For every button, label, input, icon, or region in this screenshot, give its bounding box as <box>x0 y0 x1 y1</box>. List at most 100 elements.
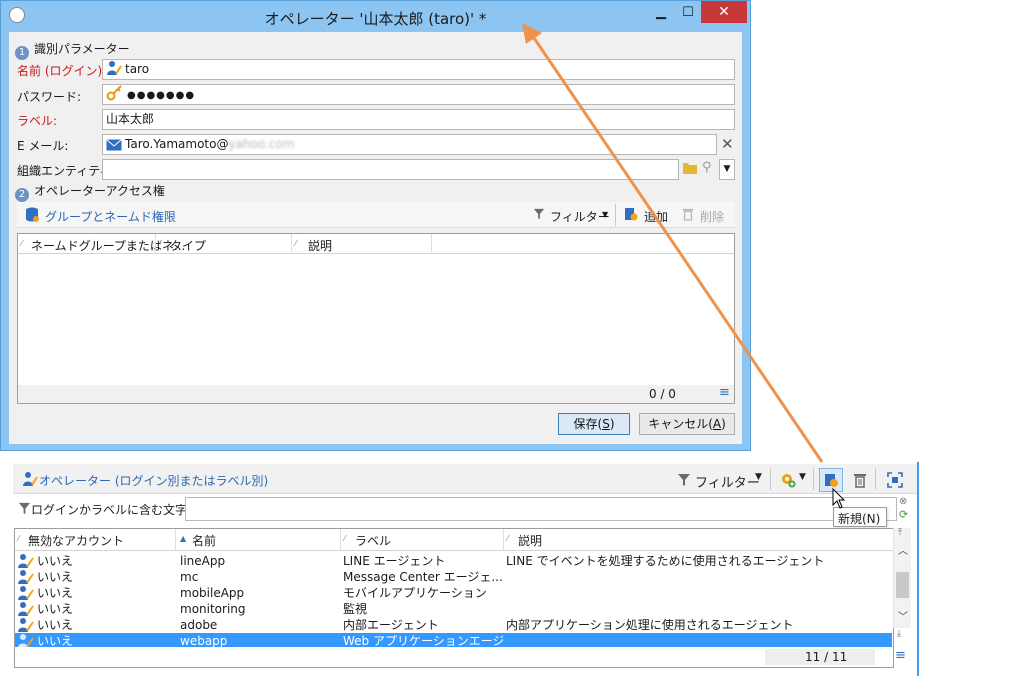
name-label: 名前 (ログイン): <box>17 64 107 78</box>
sort-indicator-icon: ⁄ <box>18 534 20 543</box>
search-input[interactable] <box>185 497 897 521</box>
filter-dropdown-arrow-icon[interactable]: ▼ <box>602 210 608 219</box>
column-header-description[interactable]: 説明 <box>308 237 332 254</box>
section-number-badge: 2 <box>15 188 29 202</box>
table-row[interactable]: いいえ monitoring 監視 <box>15 601 893 617</box>
operator-dialog: オペレーター '山本太郎 (taro)' * ▁ ☐ ✕ 1 識別パラメーター 名… <box>0 0 751 451</box>
minimize-button[interactable]: ▁ <box>647 1 675 23</box>
operator-grid-status: 11 / 11 ≡ <box>15 647 906 667</box>
sort-indicator-icon: ⁄ <box>21 239 23 248</box>
fit-screen-icon[interactable] <box>886 471 904 489</box>
column-divider <box>340 529 341 551</box>
scroll-down-icon[interactable]: ﹀ <box>898 608 908 623</box>
key-icon <box>106 85 124 104</box>
operator-list-toolbar: オペレーター (ログイン別またはラベル別) フィルター ▼ ▼ <box>13 464 917 494</box>
table-row[interactable]: いいえ mc Message Center エージェ... <box>15 569 893 585</box>
org-dropdown-button[interactable]: ▼ <box>719 159 735 180</box>
column-header-description[interactable]: 説明 <box>518 532 542 549</box>
sort-indicator-icon: ⁄ <box>344 534 346 543</box>
filter-icon[interactable] <box>675 471 693 489</box>
operator-grid-header: ⁄ 無効なアカウント ▲ 名前 ⁄ ラベル ⁄ 説明 <box>15 529 893 551</box>
org-entity-input[interactable] <box>102 159 679 180</box>
email-input[interactable]: Taro.Yamamoto@yahoo.com <box>102 134 717 155</box>
cell-name: lineApp <box>180 554 226 568</box>
cell-disabled: いいえ <box>37 618 74 632</box>
label-label: ラベル: <box>17 114 58 128</box>
list-options-icon[interactable]: ≡ <box>895 648 906 663</box>
scroll-thumb[interactable] <box>896 572 909 598</box>
cell-name: monitoring <box>180 602 246 616</box>
grid-options-icon[interactable]: ≡ <box>719 385 730 400</box>
maximize-button[interactable]: ☐ <box>674 1 702 23</box>
toolbar-separator <box>813 468 814 490</box>
sort-indicator-icon: ⁄ <box>507 534 509 543</box>
password-value: ●●●●●●● <box>127 90 196 101</box>
refresh-icon[interactable]: ⟳ <box>899 508 908 521</box>
cancel-access-key: A <box>712 417 722 431</box>
trash-icon[interactable] <box>682 207 694 224</box>
vertical-scrollbar[interactable]: ⤒ ︿ ﹀ <box>893 528 911 628</box>
section-identification: 1 識別パラメーター <box>15 40 130 60</box>
password-input[interactable]: ●●●●●●● <box>102 84 735 105</box>
cell-name: mobileApp <box>180 586 245 600</box>
save-button[interactable]: 保存(S) <box>558 413 630 435</box>
cell-disabled: いいえ <box>37 602 74 616</box>
cancel-button[interactable]: キャンセル(A) <box>639 413 735 435</box>
access-filter-button[interactable]: フィルター <box>550 208 610 225</box>
email-value: Taro.Yamamoto@ <box>125 137 229 151</box>
cell-label: 監視 <box>343 602 368 616</box>
add-button[interactable]: 追加 <box>644 208 668 225</box>
add-icon[interactable] <box>624 207 638 224</box>
column-header-label[interactable]: ラベル <box>355 532 391 549</box>
access-grid-status: 0 / 0 ≡ <box>18 385 734 403</box>
email-domain-redacted: yahoo.com <box>228 137 295 151</box>
search-icon[interactable]: ⚲ <box>702 160 712 175</box>
cell-disabled: いいえ <box>37 570 74 584</box>
filter-icon[interactable] <box>533 208 545 223</box>
operator-icon <box>106 60 122 79</box>
operator-list-panel: オペレーター (ログイン別またはラベル別) フィルター ▼ ▼ ログインかラベル… <box>13 462 919 676</box>
scroll-top-icon[interactable]: ⤒ <box>898 528 902 538</box>
table-row[interactable]: いいえ lineApp LINE エージェント LINE でイベントを処理するた… <box>15 553 893 569</box>
operator-grid: ⁄ 無効なアカウント ▲ 名前 ⁄ ラベル ⁄ 説明 いいえ lineApp L… <box>14 528 911 668</box>
search-label: ログインかラベルに含む文字: <box>31 503 192 517</box>
section-number-badge: 1 <box>15 46 29 60</box>
dialog-client-area: 1 識別パラメーター 名前 (ログイン): taro パスワード: ●●●●●●●… <box>9 32 742 444</box>
table-row[interactable]: いいえ adobe 内部エージェント 内部アプリケーション処理に使用されるエージ… <box>15 617 893 633</box>
toolbar-separator <box>875 468 876 490</box>
column-divider <box>291 234 292 254</box>
delete-button[interactable]: 削除 <box>700 208 724 225</box>
cancel-close-paren: ) <box>721 417 726 431</box>
trash-icon[interactable] <box>851 471 869 489</box>
scroll-bottom-icon[interactable]: ⤓ <box>897 629 901 639</box>
column-header-type[interactable]: タイプ <box>170 237 206 254</box>
gear-dropdown-arrow-icon[interactable]: ▼ <box>799 472 806 482</box>
filter-button[interactable]: フィルター <box>695 472 760 491</box>
clear-email-icon[interactable]: ✕ <box>721 135 734 153</box>
scroll-up-icon[interactable]: ︿ <box>898 542 908 557</box>
gear-add-icon[interactable] <box>779 471 797 489</box>
column-header-name[interactable]: 名前 <box>192 532 216 549</box>
window-title: オペレーター '山本太郎 (taro)' * <box>264 10 487 28</box>
label-input[interactable]: 山本太郎 <box>102 109 735 130</box>
access-rights-grid: ⁄ ネームドグループまたはネ... ⁄ タイプ ⁄ 説明 0 / 0 ≡ <box>17 233 735 404</box>
login-name-input[interactable]: taro <box>102 59 735 80</box>
save-close-paren: ) <box>609 417 615 431</box>
cell-disabled: いいえ <box>37 554 74 568</box>
cell-disabled: いいえ <box>37 586 74 600</box>
new-button[interactable] <box>819 468 843 492</box>
clear-icon[interactable]: ⊗ <box>899 496 907 507</box>
filter-dropdown-arrow-icon[interactable]: ▼ <box>755 472 762 482</box>
table-row[interactable]: いいえ mobileApp モバイルアプリケーション <box>15 585 893 601</box>
org-entity-label: 組織エンティティ: <box>17 164 116 178</box>
column-header-group[interactable]: ネームドグループまたはネ... <box>31 237 185 254</box>
column-header-disabled[interactable]: 無効なアカウント <box>28 532 124 549</box>
close-button[interactable]: ✕ <box>701 1 747 23</box>
operator-list-title: オペレーター (ログイン別またはラベル別) <box>39 474 269 488</box>
sort-indicator-icon: ⁄ <box>295 239 297 248</box>
column-divider <box>175 529 176 551</box>
operator-icon <box>21 470 39 488</box>
folder-icon[interactable] <box>683 162 697 177</box>
access-record-count: 0 / 0 <box>649 387 676 401</box>
column-divider <box>155 234 156 254</box>
